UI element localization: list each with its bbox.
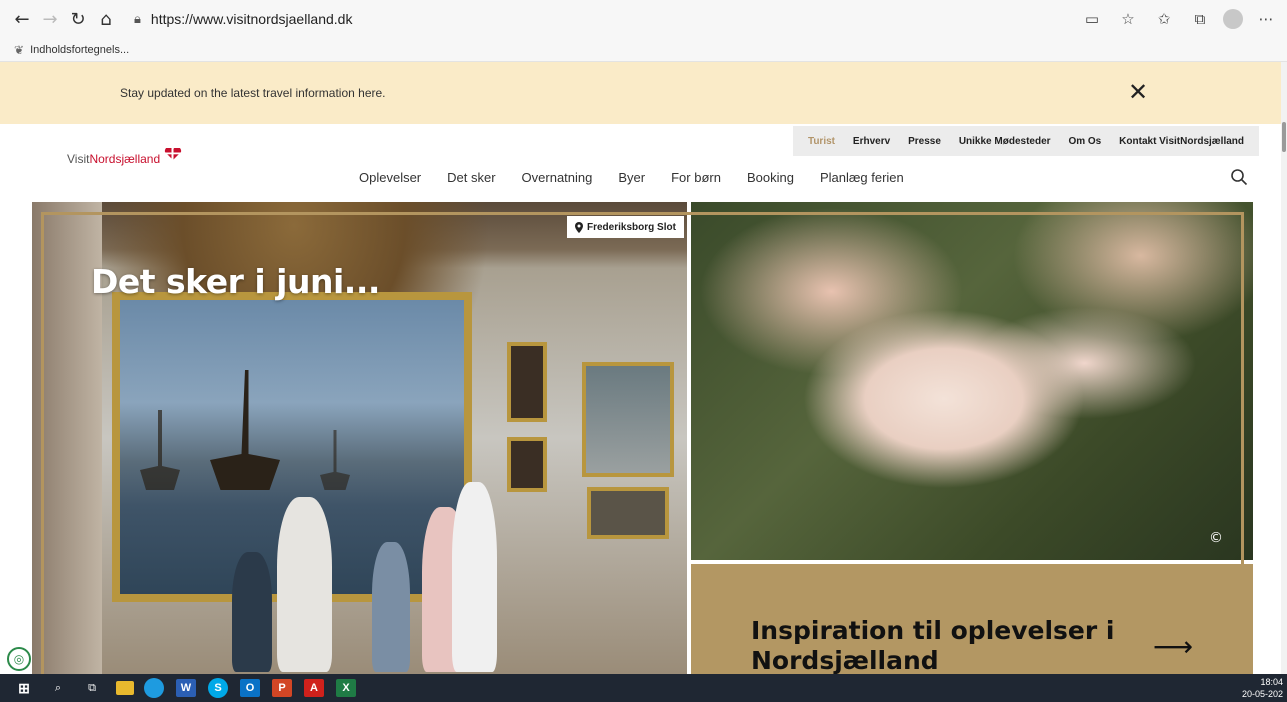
location-label: Frederiksborg Slot — [587, 221, 676, 233]
hero-title[interactable]: Det sker i juni... — [91, 262, 380, 301]
visitors-group — [232, 482, 512, 672]
home-icon[interactable]: ⌂ — [92, 5, 120, 33]
edge-browser-icon[interactable] — [144, 678, 164, 698]
topnav-om-os[interactable]: Om Os — [1068, 136, 1101, 147]
ship-shape — [140, 410, 180, 490]
small-painting — [587, 487, 669, 539]
site-logo[interactable]: Visit Nordsjælland — [67, 148, 183, 166]
topnav-kontakt[interactable]: Kontakt VisitNordsjælland — [1119, 136, 1244, 147]
address-bar[interactable]: 🔒︎ https://www.visitnordsjaelland.dk — [134, 5, 1014, 33]
person — [232, 552, 272, 672]
outlook-icon[interactable]: O — [240, 679, 260, 697]
clock-time: 18:04 — [1260, 677, 1283, 687]
page-viewport: Stay updated on the latest travel inform… — [0, 62, 1287, 674]
skype-icon[interactable]: S — [208, 678, 228, 698]
system-clock[interactable]: 18:04 20-05-202 — [1242, 676, 1283, 700]
powerpoint-icon[interactable]: P — [272, 679, 292, 697]
file-explorer-icon[interactable] — [116, 681, 134, 695]
favorites-icon[interactable]: ✩ — [1151, 5, 1177, 33]
ship-shape — [320, 430, 350, 490]
arrow-right-icon[interactable]: ⟶ — [1153, 630, 1193, 663]
windows-taskbar: ⊞ ⌕ ⧉ W S O P A X 18:04 20-05-202 — [0, 674, 1287, 702]
inspiration-card[interactable]: Inspiration til oplevelser i Nordsjællan… — [691, 564, 1253, 674]
nav-booking[interactable]: Booking — [747, 170, 794, 185]
person — [277, 497, 332, 672]
cookie-consent-icon[interactable]: ◎ — [7, 647, 31, 671]
person — [372, 542, 410, 672]
small-painting — [582, 362, 674, 477]
url-text: https://www.visitnordsjaelland.dk — [150, 11, 353, 27]
task-view-icon[interactable]: ⧉ — [78, 677, 106, 699]
browser-toolbar: ← → ↻ ⌂ 🔒︎ https://www.visitnordsjaellan… — [0, 0, 1287, 38]
collections-icon[interactable]: ⧉ — [1187, 5, 1213, 33]
top-navigation: Turist Erhverv Presse Unikke Mødesteder … — [793, 126, 1259, 156]
close-icon[interactable]: ✕ — [1128, 80, 1148, 104]
person — [452, 482, 497, 672]
inspiration-title: Inspiration til oplevelser i Nordsjællan… — [751, 616, 1115, 674]
topnav-turist[interactable]: Turist — [808, 136, 835, 147]
topnav-presse[interactable]: Presse — [908, 136, 941, 147]
hero-image-flowers[interactable] — [691, 202, 1253, 560]
nav-overnatning[interactable]: Overnatning — [522, 170, 593, 185]
acrobat-icon[interactable]: A — [304, 679, 324, 697]
search-icon[interactable] — [1230, 168, 1248, 186]
small-painting — [507, 342, 547, 422]
clock-date: 20-05-202 — [1241, 689, 1283, 699]
scrollbar-thumb[interactable] — [1282, 122, 1286, 152]
copyright-icon[interactable]: © — [1209, 530, 1223, 546]
nav-det-sker[interactable]: Det sker — [447, 170, 495, 185]
excel-icon[interactable]: X — [336, 679, 356, 697]
heart-flag-icon — [164, 148, 183, 160]
favorites-bar: ❦ Indholdsfortegnels... — [0, 38, 1287, 62]
word-icon[interactable]: W — [176, 679, 196, 697]
reader-mode-icon[interactable]: ▭ — [1079, 5, 1105, 33]
notice-text[interactable]: Stay updated on the latest travel inform… — [120, 86, 386, 100]
topnav-unikke-modesteder[interactable]: Unikke Mødesteder — [959, 136, 1051, 147]
add-favorite-icon[interactable]: ☆ — [1115, 5, 1141, 33]
nav-planlaeg-ferien[interactable]: Planlæg ferien — [820, 170, 904, 185]
logo-brand-text: Nordsjælland — [89, 152, 161, 166]
topnav-erhverv[interactable]: Erhverv — [853, 136, 890, 147]
main-navigation: Oplevelser Det sker Overnatning Byer For… — [359, 170, 904, 185]
nav-byer[interactable]: Byer — [618, 170, 645, 185]
search-taskbar-icon[interactable]: ⌕ — [44, 677, 72, 699]
page-scrollbar[interactable] — [1281, 62, 1287, 674]
nav-oplevelser[interactable]: Oplevelser — [359, 170, 421, 185]
bookmark-icon: ❦ — [14, 42, 25, 57]
ship-shape — [210, 370, 280, 490]
windows-start-icon[interactable]: ⊞ — [10, 677, 38, 699]
small-painting — [507, 437, 547, 492]
logo-visit-text: Visit — [67, 152, 90, 166]
favorite-item[interactable]: Indholdsfortegnels... — [30, 44, 129, 56]
back-icon[interactable]: ← — [8, 5, 36, 33]
nav-for-born[interactable]: For børn — [671, 170, 721, 185]
location-pin-icon — [575, 221, 583, 233]
forward-icon[interactable]: → — [36, 5, 64, 33]
location-tag[interactable]: Frederiksborg Slot — [567, 216, 684, 238]
more-options-icon[interactable]: ⋯ — [1253, 5, 1279, 33]
lock-icon: 🔒︎ — [134, 11, 141, 27]
refresh-icon[interactable]: ↻ — [64, 5, 92, 33]
profile-avatar[interactable] — [1223, 9, 1243, 29]
notice-banner: Stay updated on the latest travel inform… — [0, 62, 1281, 124]
